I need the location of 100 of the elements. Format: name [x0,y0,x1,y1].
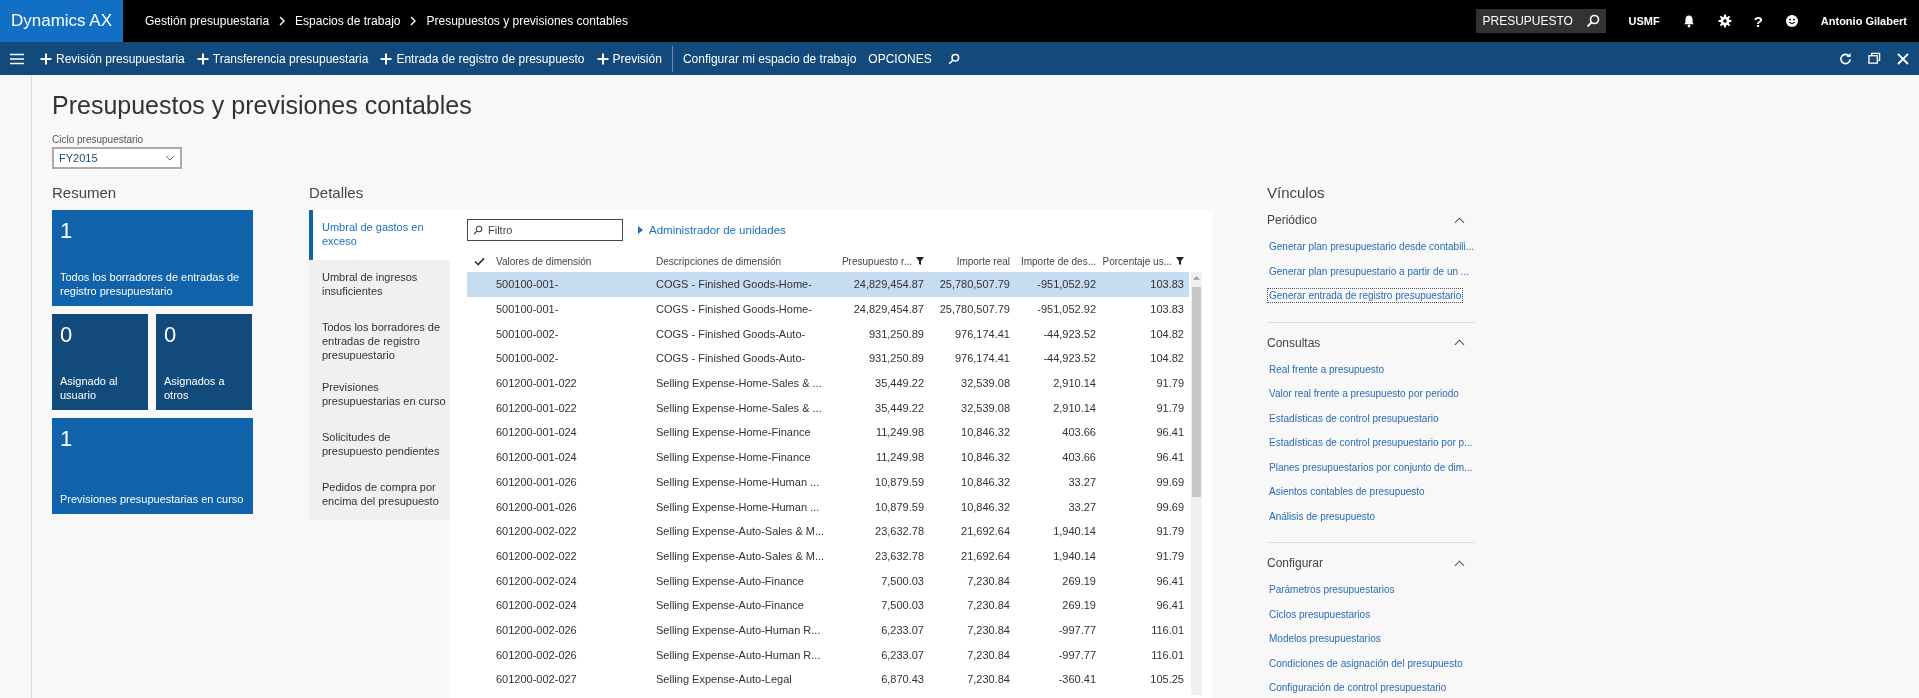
help-button[interactable]: ? [1753,12,1763,30]
detail-tab[interactable]: Umbral de ingresos insuficientes [309,260,450,310]
link[interactable]: Generar plan presupuestario desde contabili... [1267,239,1477,254]
table-cell-text: 10,846.32 [960,475,1011,488]
breadcrumb-link[interactable]: Espacios de trabajo [295,14,401,28]
close-icon[interactable] [1897,52,1909,65]
refresh-icon[interactable] [1839,52,1852,65]
table-cell-text: COGS - Finished Goods-Auto- [655,352,807,365]
table-cell-text: 24,829,454.87 [852,278,925,291]
table-row[interactable]: 500100-002- COGS - Finished Goods-Auto- 931,250.89 976,174.41 -44,923.52 104.82 [467,321,1189,347]
table-cell-text: -951,052.92 [1036,278,1097,291]
column-header[interactable]: Presupuesto r... [839,255,929,267]
toolbar-button[interactable]: OPCIONES [862,47,938,70]
toolbar-button[interactable]: Revisión presupuestaria [34,47,191,70]
link[interactable]: Real frente a presupuesto [1267,361,1387,377]
summary-tile[interactable]: 0 Asignados a otros [156,314,252,410]
cycle-dropdown[interactable]: FY2015 [52,147,182,169]
column-header[interactable]: Porcentaje us... [1101,255,1189,267]
table-row[interactable]: 601200-001-024 Selling Expense-Home-Finance 11,249.98 10,846.32 403.66 96.41 [467,420,1189,445]
filter-icon[interactable] [1176,257,1184,265]
column-header[interactable]: Descripciones de dimensión [651,255,839,267]
check-icon[interactable] [473,256,485,266]
table-row[interactable]: 601200-001-026 Selling Expense-Home-Human ... 10,879.59 10,846.32 33.27 99.69 [467,469,1189,495]
link[interactable]: Ciclos presupuestarios [1267,606,1373,622]
table-row[interactable]: 601200-001-022 Selling Expense-Home-Sales & ... 35,449.22 32,539.08 2,910.14 91.79 [467,395,1189,421]
breadcrumb-link[interactable]: Gestión presupuestaria [145,14,270,28]
link[interactable]: Parámetros presupuestarios [1267,582,1397,597]
user-name[interactable]: Antonio Gilabert [1820,15,1907,27]
table-row[interactable]: 601200-002-022 Selling Expense-Auto-Sales & M... 23,632.78 21,692.64 1,940.14 91.79 [467,543,1189,569]
table-cell-text: 601200-001-022 [495,401,578,414]
search-field[interactable]: PRESUPUESTO [1476,9,1607,33]
table-row[interactable]: 500100-002- COGS - Finished Goods-Auto- 931,250.89 976,174.41 -44,923.52 104.82 [467,346,1189,371]
table-cell-text: 104.82 [1149,327,1185,340]
filter-field[interactable]: Filtro [467,219,623,241]
chevron-up-icon[interactable] [1454,559,1465,567]
table-cell-text: 103.83 [1149,303,1185,316]
table-row[interactable]: 601200-002-027 Selling Expense-Auto-Legal 6,870.43 7,230.84 -360.41 105.25 [467,667,1189,692]
detail-tab[interactable]: Previsiones presupuestarias en curso [309,370,450,420]
search-icon[interactable] [947,52,960,65]
toolbar-button[interactable]: Configurar mi espacio de trabajo [676,47,863,70]
table-row[interactable]: 601200-002-024 Selling Expense-Auto-Finance 7,500.03 7,230.84 269.19 96.41 [467,568,1189,593]
detail-tab[interactable]: Solicitudes de presupuesto pendientes [309,420,450,470]
toolbar-button[interactable]: Entrada de registro de presupuesto [374,47,591,70]
toolbar-button[interactable]: Previsión [590,47,668,70]
table-row[interactable]: 500100-001- COGS - Finished Goods-Home- 24,829,454.87 25,780,507.79 -951,052.92 103.83 [467,272,1189,297]
link[interactable]: Análisis de presupuesto [1267,508,1378,524]
link[interactable]: Generar plan presupuestario a partir de un ... [1267,263,1472,279]
unit-manager-link[interactable]: Administrador de unidades [649,224,786,236]
detail-tab[interactable]: Todos los borradores de entradas de registro presupuestario [309,310,450,370]
table-row[interactable]: 601200-001-022 Selling Expense-Home-Sales & ... 35,449.22 32,539.08 2,910.14 91.79 [467,370,1189,396]
table-cell-text: 11,249.98 [874,426,925,439]
link[interactable]: Estadísticas de control presupuestario [1267,410,1441,426]
table-cell-text: 116.01 [1150,623,1185,636]
column-header[interactable]: Importe de des... [1015,255,1101,267]
breadcrumb-link[interactable]: Presupuestos y previsiones contables [426,14,628,28]
table-cell-text: COGS - Finished Goods-Home- [655,278,813,291]
summary-tile[interactable]: 0 Asignado al usuario [52,314,148,410]
app-logo[interactable]: Dynamics AX [0,0,123,42]
menu-icon[interactable] [10,52,24,65]
link[interactable]: Condiciones de asignación del presupuesto [1267,655,1465,671]
table-row[interactable]: 601200-002-026 Selling Expense-Auto-Human R... 6,233.07 7,230.84 -997.77 116.01 [467,617,1189,643]
table-cell-text: 25,780,507.79 [938,303,1011,316]
smiley-icon[interactable] [1784,14,1799,28]
link[interactable]: Modelos presupuestarios [1267,631,1383,646]
toolbar-button[interactable]: Transferencia presupuestaria [190,47,375,70]
table-cell-text: -44,923.52 [1042,327,1097,340]
link[interactable]: Valor real frente a presupuesto por periodo [1267,386,1461,401]
link[interactable]: Generar entrada de registro presupuestario [1267,288,1464,303]
link[interactable]: Estadísticas de control presupuestario por p... [1267,435,1475,450]
table-row[interactable]: 601200-001-026 Selling Expense-Home-Human ... 10,879.59 10,846.32 33.27 99.69 [467,494,1189,519]
link[interactable]: Configuración de control presupuestario [1267,680,1449,695]
summary-tile[interactable]: 1 Previsiones presupuestarias en curso [52,418,253,514]
chevron-up-icon[interactable] [1454,216,1465,224]
chevron-right-icon [409,16,418,26]
table-row[interactable]: 601200-002-022 Selling Expense-Auto-Sales & M... 23,632.78 21,692.64 1,940.14 91.79 [467,518,1189,544]
table-row[interactable]: 601200-002-024 Selling Expense-Auto-Finance 7,500.03 7,230.84 269.19 96.41 [467,592,1189,618]
table-row[interactable]: 601200-002-026 Selling Expense-Auto-Human R... 6,233.07 7,230.84 -997.77 116.01 [467,642,1189,667]
group-heading: Consultas [1267,335,1321,350]
chevron-up-icon[interactable] [1454,339,1465,346]
column-header[interactable]: Importe real [929,255,1015,267]
table-cell-text: 32,539.08 [960,377,1011,390]
detail-tab[interactable]: Pedidos de compra por encima del presupuesto [309,470,450,520]
table-cell-text: -44,923.52 [1042,352,1097,365]
company-selector[interactable]: USMF [1628,15,1660,27]
settings-icon[interactable] [1717,14,1732,28]
table-cell-text: 7,500.03 [880,599,925,612]
table-row[interactable]: 601200-001-024 Selling Expense-Home-Finance 11,249.98 10,846.32 403.66 96.41 [467,444,1189,470]
link[interactable]: Asientos contables de presupuesto [1267,484,1427,499]
table-row[interactable]: 500100-001- COGS - Finished Goods-Home- 24,829,454.87 25,780,507.79 -951,052.92 103.83 [467,296,1189,322]
filter-icon[interactable] [916,257,924,265]
summary-tile[interactable]: 1 Todos los borradores de entradas de registro presupuestario [52,210,253,306]
table-cell-text: Selling Expense-Home-Finance [655,451,812,464]
window-icon[interactable] [1868,52,1881,65]
detail-tab[interactable]: Umbral de gastos en exceso [309,210,450,260]
table-cell-text: 500100-002- [495,352,560,365]
scrollbar[interactable] [1191,272,1202,695]
column-header[interactable]: Valores de dimensión [491,255,651,267]
search-icon[interactable] [1586,14,1601,28]
link[interactable]: Planes presupuestarios por conjunto de dim... [1267,459,1475,475]
table-cell-text: -997.77 [1057,623,1097,636]
